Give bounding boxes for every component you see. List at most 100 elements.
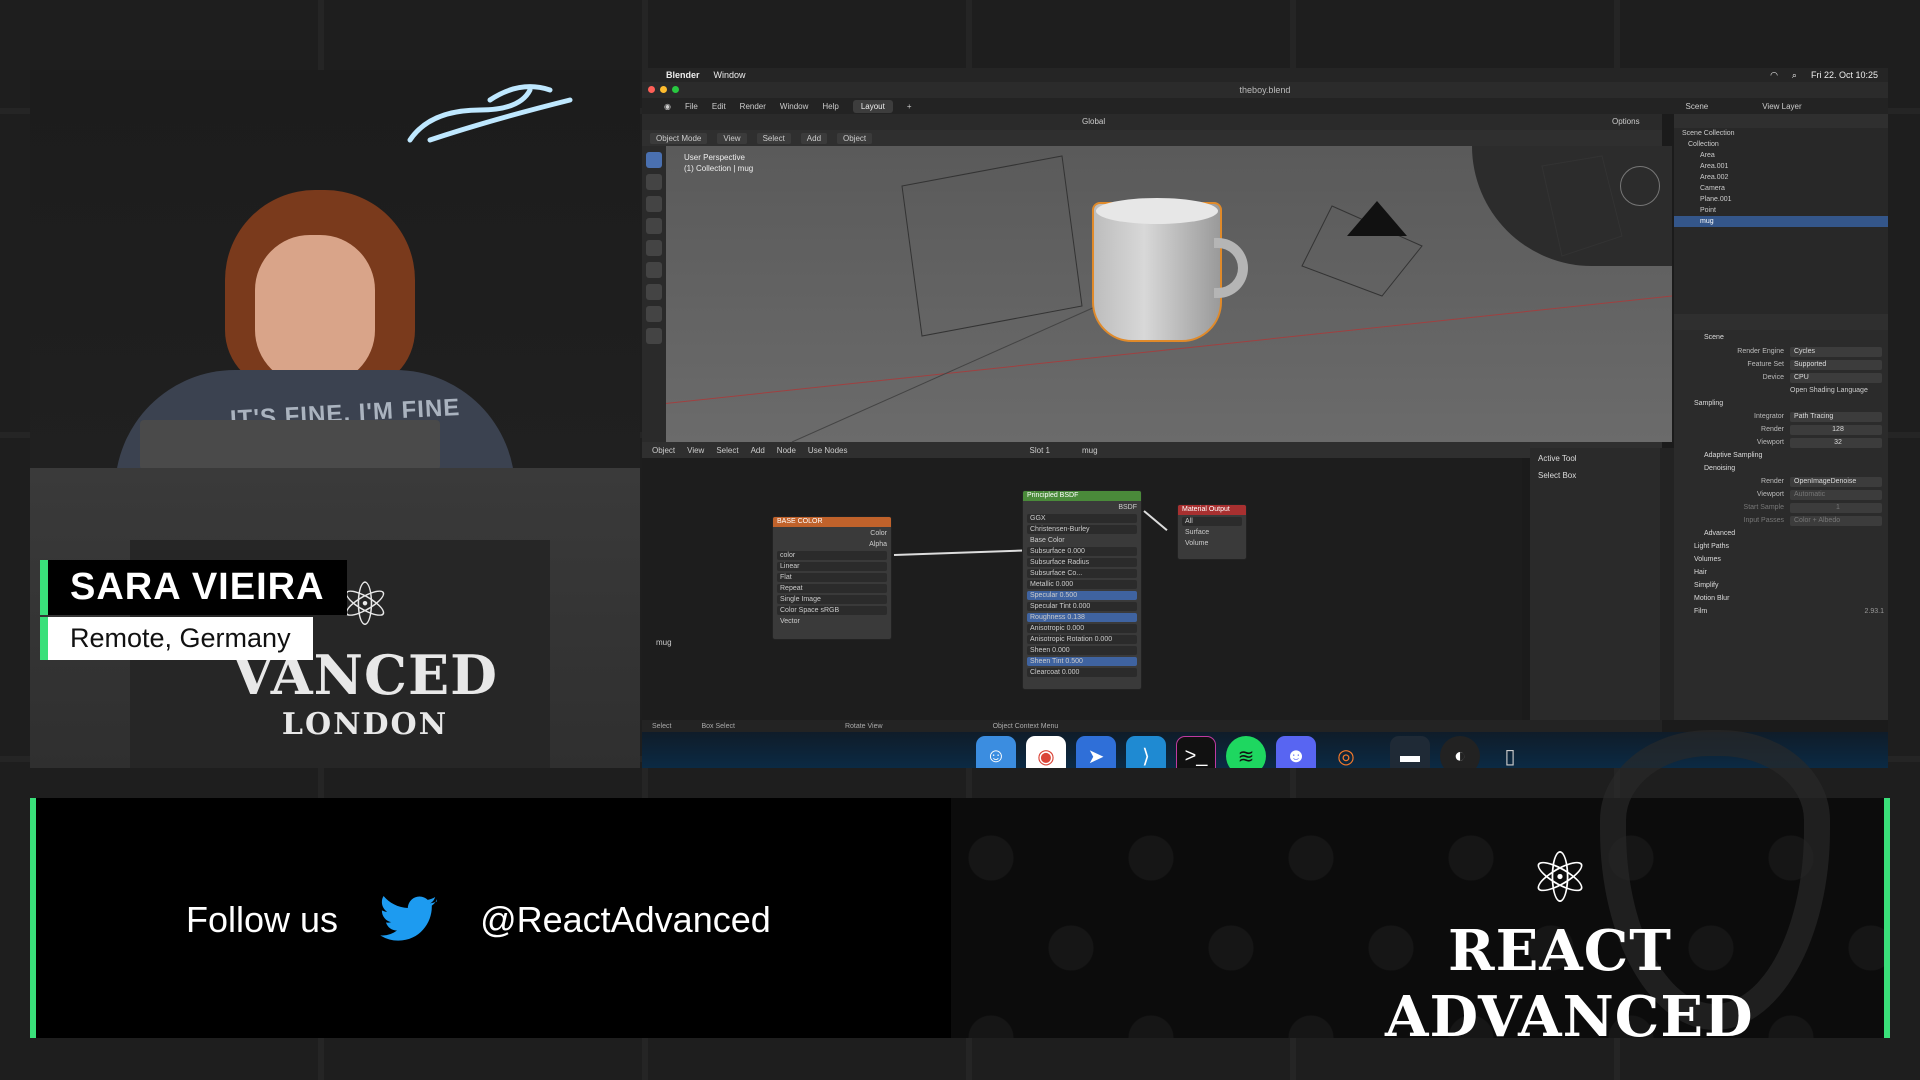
outliner-item-area-002[interactable]: Area.002 bbox=[1674, 172, 1888, 183]
viewport-samples-field[interactable]: 32 bbox=[1790, 437, 1882, 448]
hair-section[interactable]: Hair bbox=[1694, 569, 1707, 576]
node-color-space[interactable]: Color Space sRGB bbox=[777, 606, 887, 615]
cursor-tool-icon[interactable] bbox=[646, 174, 662, 190]
node-editor[interactable]: BASE COLOR Color Alpha color Linear Flat… bbox=[642, 458, 1522, 720]
input-passes-select[interactable]: Color + Albedo bbox=[1790, 515, 1882, 526]
transform-orientation[interactable]: Global bbox=[1082, 117, 1105, 126]
outliner-item-area-001[interactable]: Area.001 bbox=[1674, 161, 1888, 172]
node-target[interactable]: All bbox=[1182, 517, 1242, 526]
node-input-sheen-tint[interactable]: Sheen Tint 0.500 bbox=[1027, 657, 1137, 666]
material-selector[interactable]: mug bbox=[1082, 446, 1098, 455]
outliner-collection[interactable]: Collection bbox=[1674, 139, 1888, 150]
mac-menu-window[interactable]: Window bbox=[714, 70, 746, 80]
node-input-roughness[interactable]: Roughness 0.138 bbox=[1027, 613, 1137, 622]
rotate-tool-icon[interactable] bbox=[646, 218, 662, 234]
render-samples-field[interactable]: 128 bbox=[1790, 424, 1882, 435]
node-input-metallic[interactable]: Metallic 0.000 bbox=[1027, 580, 1137, 589]
film-section[interactable]: Film bbox=[1694, 608, 1707, 615]
options-dropdown[interactable]: Options bbox=[1612, 117, 1640, 126]
outliner-item-area[interactable]: Area bbox=[1674, 150, 1888, 161]
node-output-bsdf[interactable]: BSDF bbox=[1027, 503, 1137, 512]
mode-selector[interactable]: Object Mode bbox=[650, 132, 708, 144]
node-menu-view[interactable]: View bbox=[687, 446, 704, 455]
measure-tool-icon[interactable] bbox=[646, 306, 662, 322]
blender-icon[interactable]: ◎ bbox=[1326, 736, 1366, 768]
minimize-window-button[interactable] bbox=[660, 86, 667, 93]
motion-blur-section[interactable]: Motion Blur bbox=[1694, 595, 1729, 602]
start-sample-field[interactable]: 1 bbox=[1790, 502, 1882, 513]
select-box-tool[interactable]: Select Box bbox=[1538, 471, 1652, 480]
menu-clock[interactable]: Fri 22. Oct 10:25 bbox=[1811, 70, 1878, 80]
node-interpolation[interactable]: Linear bbox=[777, 562, 887, 571]
search-icon[interactable]: ⌕ bbox=[1792, 70, 1797, 81]
viewport-menu-view[interactable]: View bbox=[717, 132, 747, 144]
node-vector-input[interactable]: Vector bbox=[777, 617, 887, 626]
node-input-anisotropic[interactable]: Anisotropic 0.000 bbox=[1027, 624, 1137, 633]
wifi-icon[interactable]: ◠ bbox=[1770, 70, 1778, 81]
slot-selector[interactable]: Slot 1 bbox=[1030, 446, 1050, 455]
menu-help[interactable]: Help bbox=[822, 102, 838, 111]
navigation-gizmo[interactable] bbox=[1620, 166, 1660, 206]
outliner-item-plane[interactable]: Plane.001 bbox=[1674, 194, 1888, 205]
viewport-menu-object[interactable]: Object bbox=[837, 132, 873, 144]
spark-icon[interactable]: ➤ bbox=[1076, 736, 1116, 768]
add-workspace-icon[interactable]: + bbox=[907, 102, 912, 111]
simplify-section[interactable]: Simplify bbox=[1694, 582, 1719, 589]
view-layer-selector[interactable]: View Layer bbox=[1762, 102, 1801, 111]
folder-icon[interactable]: ▬ bbox=[1390, 736, 1430, 768]
viewport-menu-add[interactable]: Add bbox=[800, 132, 828, 144]
menu-window[interactable]: Window bbox=[780, 102, 808, 111]
scale-tool-icon[interactable] bbox=[646, 240, 662, 256]
node-output-alpha[interactable]: Alpha bbox=[777, 540, 887, 549]
node-editor-type[interactable]: Object bbox=[652, 446, 675, 455]
node-input-specular-tint[interactable]: Specular Tint 0.000 bbox=[1027, 602, 1137, 611]
node-input-base-color[interactable]: Base Color bbox=[1027, 536, 1137, 545]
node-input-specular[interactable]: Specular 0.500 bbox=[1027, 591, 1137, 600]
close-window-button[interactable] bbox=[648, 86, 655, 93]
node-input-anisotropic-rotation[interactable]: Anisotropic Rotation 0.000 bbox=[1027, 635, 1137, 644]
blender-logo-icon[interactable]: ◉ bbox=[664, 102, 671, 111]
device-select[interactable]: CPU bbox=[1790, 372, 1882, 383]
chrome-icon[interactable]: ◉ bbox=[1026, 736, 1066, 768]
denoise-viewport-select[interactable]: Automatic bbox=[1790, 489, 1882, 500]
integrator-select[interactable]: Path Tracing bbox=[1790, 411, 1882, 422]
viewport-menu-select[interactable]: Select bbox=[756, 132, 791, 144]
node-projection[interactable]: Flat bbox=[777, 573, 887, 582]
base-color-node[interactable]: BASE COLOR Color Alpha color Linear Flat… bbox=[772, 516, 892, 640]
osl-checkbox[interactable]: Open Shading Language bbox=[1790, 387, 1868, 394]
node-input-surface[interactable]: Surface bbox=[1182, 528, 1242, 537]
node-subsurface-method[interactable]: Christensen-Burley bbox=[1027, 525, 1137, 534]
node-menu-add[interactable]: Add bbox=[751, 446, 765, 455]
discord-icon[interactable]: ☻ bbox=[1276, 736, 1316, 768]
node-menu-select[interactable]: Select bbox=[716, 446, 738, 455]
node-menu-node[interactable]: Node bbox=[777, 446, 796, 455]
add-cube-tool-icon[interactable] bbox=[646, 328, 662, 344]
workspace-tab-layout[interactable]: Layout bbox=[852, 99, 893, 113]
node-source[interactable]: Single Image bbox=[777, 595, 887, 604]
trash-icon[interactable]: ▯ bbox=[1490, 736, 1530, 768]
mac-menu-blender[interactable]: Blender bbox=[666, 70, 700, 80]
material-output-node[interactable]: Material Output All Surface Volume bbox=[1177, 504, 1247, 560]
node-output-color[interactable]: Color bbox=[777, 529, 887, 538]
menu-file[interactable]: File bbox=[685, 102, 698, 111]
node-input-volume[interactable]: Volume bbox=[1182, 539, 1242, 548]
outliner-item-point[interactable]: Point bbox=[1674, 205, 1888, 216]
advanced-section[interactable]: Advanced bbox=[1704, 530, 1735, 537]
outliner-item-camera[interactable]: Camera bbox=[1674, 183, 1888, 194]
annotate-tool-icon[interactable] bbox=[646, 284, 662, 300]
finder-icon[interactable]: ☺ bbox=[976, 736, 1016, 768]
denoising-section[interactable]: Denoising bbox=[1704, 465, 1735, 472]
node-extension[interactable]: Repeat bbox=[777, 584, 887, 593]
use-nodes-checkbox[interactable]: Use Nodes bbox=[808, 446, 848, 455]
vscode-icon[interactable]: ⟩ bbox=[1126, 736, 1166, 768]
adaptive-sampling-section[interactable]: Adaptive Sampling bbox=[1704, 452, 1762, 459]
sampling-section[interactable]: Sampling bbox=[1694, 400, 1723, 407]
node-input-subsurface-radius[interactable]: Subsurface Radius bbox=[1027, 558, 1137, 567]
obs-icon[interactable]: ◐ bbox=[1440, 736, 1480, 768]
terminal-icon[interactable]: >_ bbox=[1176, 736, 1216, 768]
denoise-render-select[interactable]: OpenImageDenoise bbox=[1790, 476, 1882, 487]
volumes-section[interactable]: Volumes bbox=[1694, 556, 1721, 563]
move-tool-icon[interactable] bbox=[646, 196, 662, 212]
outliner-scene-collection[interactable]: Scene Collection bbox=[1674, 128, 1888, 139]
node-input-sheen[interactable]: Sheen 0.000 bbox=[1027, 646, 1137, 655]
